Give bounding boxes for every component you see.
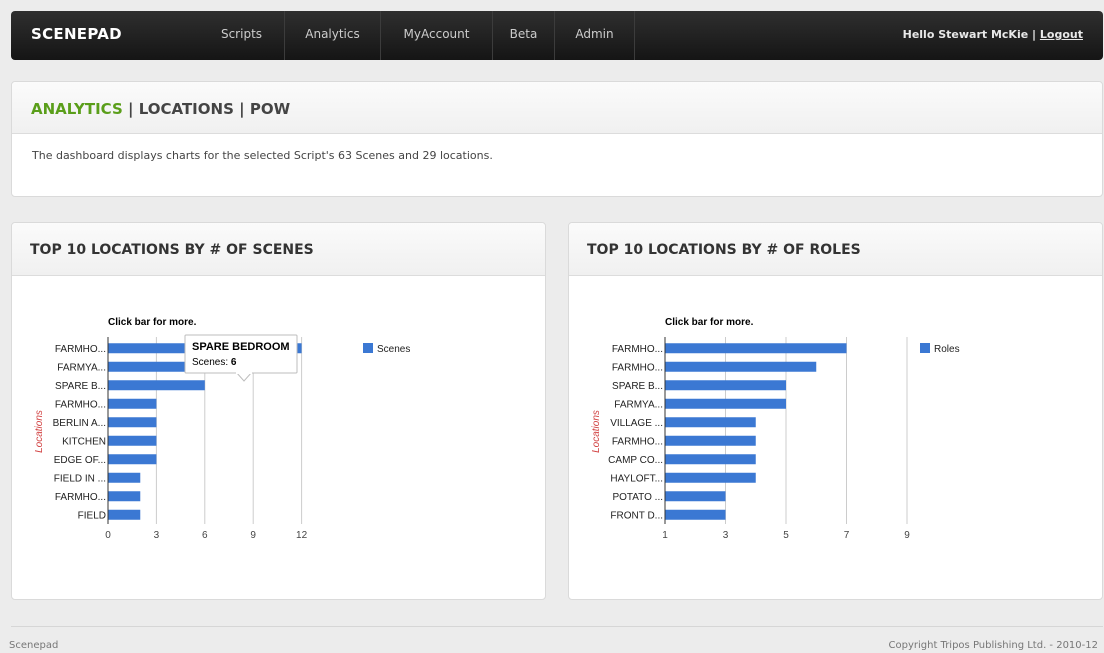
category-label: FARMYA... <box>614 399 663 410</box>
analytics-header-panel: ANALYTICS | LOCATIONS | POW The dashboar… <box>11 81 1103 197</box>
roles-chart-header: TOP 10 LOCATIONS BY # OF ROLES <box>569 223 1102 276</box>
data-bar[interactable] <box>665 491 726 502</box>
x-tick-label: 5 <box>783 530 789 541</box>
x-tick-label: 7 <box>844 530 850 541</box>
top-navbar: SCENEPAD Scripts Analytics MyAccount Bet… <box>11 11 1103 60</box>
scenes-chart-header: TOP 10 LOCATIONS BY # OF SCENES <box>12 223 545 276</box>
user-area: Hello Stewart McKie | Logout <box>903 28 1083 41</box>
x-tick-label: 12 <box>296 530 308 541</box>
x-tick-label: 6 <box>202 530 208 541</box>
category-label: FIELD <box>78 510 106 521</box>
category-label: BERLIN A... <box>53 418 106 429</box>
data-bar[interactable] <box>108 472 141 483</box>
page-title: ANALYTICS | LOCATIONS | POW <box>31 100 290 118</box>
category-label: EDGE OF... <box>54 455 106 466</box>
data-bar[interactable] <box>665 361 817 372</box>
category-label: FARMHO... <box>55 492 106 503</box>
analytics-header-bar: ANALYTICS | LOCATIONS | POW <box>12 82 1102 134</box>
category-label: FARMHO... <box>612 344 663 355</box>
category-label: FARMHO... <box>55 344 106 355</box>
data-bar[interactable] <box>108 417 157 428</box>
nav-item-analytics[interactable]: Analytics <box>285 11 381 60</box>
logout-link[interactable]: Logout <box>1040 28 1083 41</box>
data-bar[interactable] <box>108 454 157 465</box>
roles-bar-chart[interactable]: Click bar for more. FARMHO... FARMHO... SPA… <box>569 277 1102 599</box>
y-axis-title: Locations <box>34 410 45 453</box>
x-tick-label: 9 <box>904 530 910 541</box>
footer-copyright: Copyright Tripos Publishing Ltd. - 2010-… <box>888 640 1098 651</box>
tooltip-pointer-cover <box>236 371 252 374</box>
data-bar[interactable] <box>665 472 756 483</box>
category-label: SPARE B... <box>55 381 106 392</box>
data-bar[interactable] <box>665 509 726 520</box>
data-bar[interactable] <box>108 435 157 446</box>
brand-logo[interactable]: SCENEPAD <box>31 25 122 43</box>
x-tick-label: 3 <box>154 530 160 541</box>
legend-swatch <box>920 343 930 353</box>
title-pow[interactable]: POW <box>250 100 290 118</box>
category-label: FARMHO... <box>55 399 106 410</box>
category-label: FARMHO... <box>612 436 663 447</box>
category-label: FARMYA... <box>57 362 106 373</box>
data-bar[interactable] <box>665 398 786 409</box>
nav-item-myaccount[interactable]: MyAccount <box>381 11 493 60</box>
title-analytics[interactable]: ANALYTICS <box>31 100 123 118</box>
chart-instruction: Click bar for more. <box>108 317 197 328</box>
data-bar[interactable] <box>665 343 847 354</box>
title-locations[interactable]: LOCATIONS <box>139 100 234 118</box>
category-label: FIELD IN ... <box>54 473 106 484</box>
data-bar[interactable] <box>108 491 141 502</box>
category-label: POTATO ... <box>612 492 663 503</box>
category-label: FARMHO... <box>612 362 663 373</box>
legend-swatch <box>363 343 373 353</box>
category-label: SPARE B... <box>612 381 663 392</box>
nav-item-admin[interactable]: Admin <box>555 11 635 60</box>
data-bar[interactable] <box>665 435 756 446</box>
scenes-chart-panel: TOP 10 LOCATIONS BY # OF SCENES Click ba… <box>11 222 546 600</box>
data-bar[interactable] <box>108 509 141 520</box>
title-separator-2: | <box>239 100 245 118</box>
tooltip-value: Scenes: 6 <box>192 357 237 368</box>
x-tick-label: 0 <box>105 530 111 541</box>
scenes-bar-chart[interactable]: Click bar for more. FARMHO... FARMYA... SPA… <box>12 277 545 599</box>
x-tick-label: 3 <box>723 530 729 541</box>
dashboard-description: The dashboard displays charts for the se… <box>32 149 493 162</box>
category-label: VILLAGE ... <box>610 418 663 429</box>
data-bar[interactable] <box>665 454 756 465</box>
tooltip-title: SPARE BEDROOM <box>192 341 290 353</box>
data-bar[interactable] <box>665 417 756 428</box>
legend-label: Roles <box>934 344 960 355</box>
category-label: HAYLOFT... <box>610 473 663 484</box>
data-bar[interactable] <box>108 380 205 391</box>
category-label: KITCHEN <box>62 436 106 447</box>
roles-chart-panel: TOP 10 LOCATIONS BY # OF ROLES Click bar… <box>568 222 1103 600</box>
category-label: FRONT D... <box>610 510 663 521</box>
user-greeting: Hello Stewart McKie <box>902 28 1029 41</box>
category-label: CAMP CO... <box>608 455 663 466</box>
nav-item-scripts[interactable]: Scripts <box>199 11 285 60</box>
x-tick-label: 1 <box>662 530 668 541</box>
x-tick-label: 9 <box>250 530 256 541</box>
title-separator-1: | <box>128 100 134 118</box>
footer-brand: Scenepad <box>9 640 59 651</box>
legend-label: Scenes <box>377 344 410 355</box>
data-bar[interactable] <box>108 398 157 409</box>
roles-chart-title: TOP 10 LOCATIONS BY # OF ROLES <box>587 242 861 258</box>
y-axis-title: Locations <box>591 410 602 453</box>
footer-divider <box>11 626 1103 627</box>
chart-instruction: Click bar for more. <box>665 317 754 328</box>
data-bar[interactable] <box>665 380 786 391</box>
user-separator: | <box>1032 28 1037 41</box>
nav-item-beta[interactable]: Beta <box>493 11 555 60</box>
scenes-chart-title: TOP 10 LOCATIONS BY # OF SCENES <box>30 242 314 258</box>
